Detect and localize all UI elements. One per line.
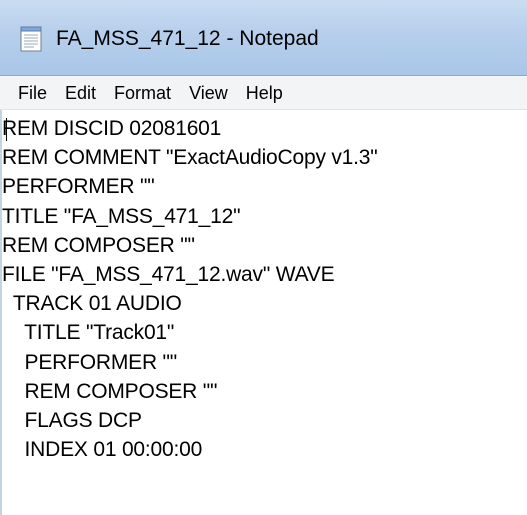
menu-view[interactable]: View — [180, 80, 237, 106]
editor-line: PERFORMER "" — [2, 175, 155, 199]
editor-text: REM DISCID 02081601 REM COMMENT "ExactAu… — [2, 114, 527, 464]
editor-line: REM COMPOSER "" — [2, 379, 218, 403]
editor-line: TRACK 01 AUDIO — [2, 292, 182, 316]
editor-line: REM COMPOSER "" — [2, 233, 195, 257]
title-bar[interactable]: FA_MSS_471_12 - Notepad — [0, 0, 527, 76]
editor-line: INDEX 01 00:00:00 — [2, 438, 203, 462]
editor-line: TITLE "Track01" — [2, 321, 175, 345]
window-title: FA_MSS_471_12 - Notepad — [56, 27, 319, 50]
menu-file[interactable]: File — [9, 80, 56, 106]
editor-line: FLAGS DCP — [2, 408, 142, 432]
editor-line: REM COMMENT "ExactAudioCopy v1.3" — [2, 146, 378, 170]
editor-line: TITLE "FA_MSS_471_12" — [2, 204, 241, 228]
menu-bar: File Edit Format View Help — [0, 76, 527, 110]
text-editor-area[interactable]: REM DISCID 02081601 REM COMMENT "ExactAu… — [0, 110, 527, 515]
menu-help[interactable]: Help — [237, 80, 292, 106]
editor-line: FILE "FA_MSS_471_12.wav" WAVE — [2, 262, 335, 286]
menu-edit[interactable]: Edit — [56, 80, 105, 106]
editor-line: PERFORMER "" — [2, 350, 178, 374]
menu-format[interactable]: Format — [105, 80, 180, 106]
notepad-window: FA_MSS_471_12 - Notepad File Edit Format… — [0, 0, 527, 515]
editor-line: REM DISCID 02081601 — [2, 117, 222, 140]
notepad-icon[interactable] — [20, 26, 42, 52]
